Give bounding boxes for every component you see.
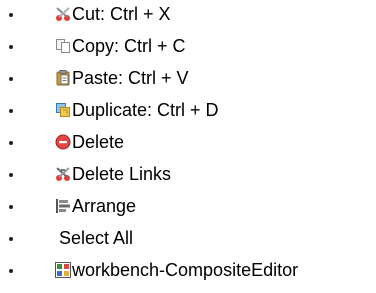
bullet (9, 141, 13, 145)
bullet (9, 13, 13, 17)
menu-item-cut[interactable]: Cut: Ctrl + X (0, 1, 250, 27)
menu-item-label: Arrange (72, 196, 137, 216)
menu-item-label: Duplicate: Ctrl + D (72, 100, 219, 120)
duplicate-icon (55, 102, 71, 118)
menu-item-copy[interactable]: Copy: Ctrl + C (0, 33, 250, 59)
composite-editor-icon (55, 262, 71, 278)
bullet (9, 173, 13, 177)
menu-item-paste[interactable]: Paste: Ctrl + V (0, 65, 250, 91)
bullet (9, 77, 13, 81)
paste-clipboard-icon (55, 70, 71, 86)
menu-item-delete[interactable]: Delete (0, 129, 200, 155)
bullet (9, 205, 13, 209)
menu-item-label: Delete Links (72, 164, 172, 184)
bullet (9, 237, 13, 241)
context-menu: Cut: Ctrl + X Copy: Ctrl + C Paste: Ctrl… (0, 0, 376, 293)
scissors-icon (55, 6, 71, 22)
bullet (9, 109, 13, 113)
menu-item-duplicate[interactable]: Duplicate: Ctrl + D (0, 97, 260, 123)
menu-item-label: Copy: Ctrl + C (72, 36, 186, 56)
menu-item-label: Paste: Ctrl + V (72, 68, 189, 88)
menu-item-composite-editor[interactable]: workbench-CompositeEditor (0, 257, 320, 283)
menu-item-label: Cut: Ctrl + X (72, 4, 171, 24)
menu-item-select-all[interactable]: Select All (0, 225, 200, 251)
delete-links-icon (55, 166, 71, 182)
delete-icon (55, 134, 71, 150)
menu-item-label: Delete (72, 132, 125, 152)
bullet (9, 45, 13, 49)
menu-item-delete-links[interactable]: Delete Links (0, 161, 220, 187)
menu-item-label: Select All (59, 228, 134, 248)
menu-item-label: workbench-CompositeEditor (72, 260, 299, 280)
arrange-icon (55, 198, 71, 214)
menu-item-arrange[interactable]: Arrange (0, 193, 200, 219)
copy-icon (55, 38, 71, 54)
bullet (9, 269, 13, 273)
